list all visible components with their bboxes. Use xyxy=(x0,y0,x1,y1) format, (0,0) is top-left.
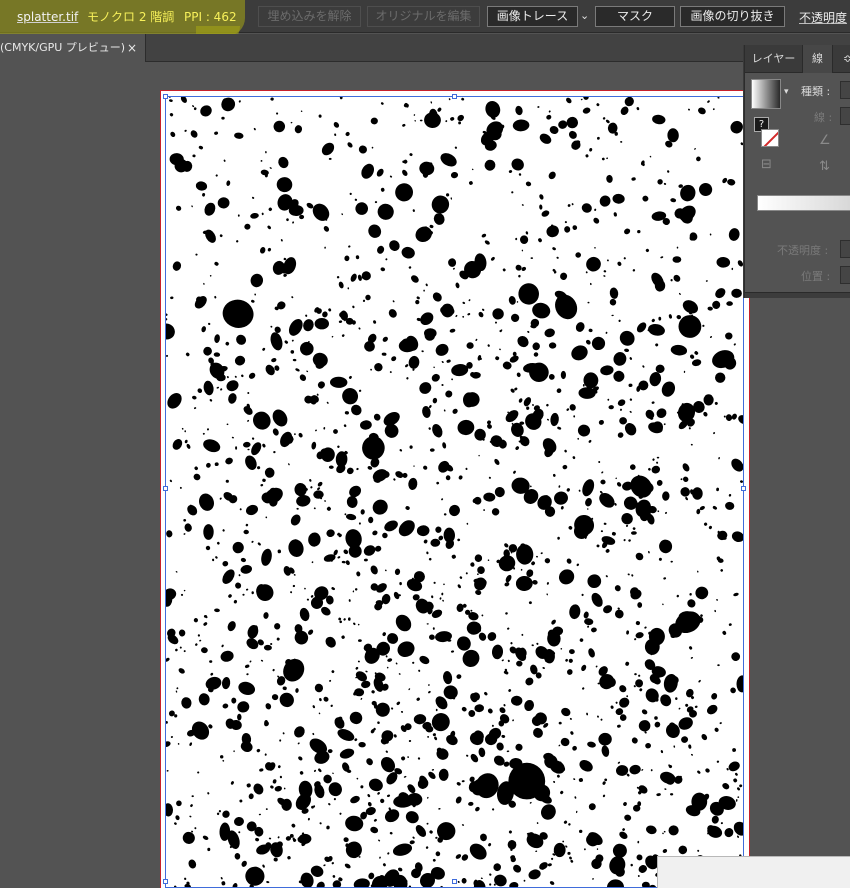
embed-button[interactable]: 埋め込みを解除 xyxy=(258,6,361,27)
control-bar: splatter.tif モノクロ 2 階調 PPI : 462 埋め込みを解除… xyxy=(0,0,850,46)
selection-handle[interactable] xyxy=(163,879,168,884)
splatter-image[interactable] xyxy=(166,96,744,888)
gradient-slider[interactable] xyxy=(757,195,850,211)
type-select[interactable] xyxy=(840,81,850,99)
document-tab[interactable]: (CMYK/GPU プレビュー) × xyxy=(0,34,146,62)
tab-layers[interactable]: レイヤー xyxy=(745,45,803,73)
document-tab-label: (CMYK/GPU プレビュー) xyxy=(0,41,126,54)
edit-original-button[interactable]: オリジナルを編集 xyxy=(367,6,480,27)
document-tab-bar: (CMYK/GPU プレビュー) × xyxy=(0,34,850,62)
aspect-icon: ⇅ xyxy=(819,159,830,174)
panel-menu-icon[interactable]: ≎ xyxy=(843,45,850,73)
illustrator-window: splatter.tif モノクロ 2 階調 PPI : 462 埋め込みを解除… xyxy=(0,0,850,888)
chevron-down-icon[interactable]: ⌄ xyxy=(580,9,589,22)
chevron-down-icon[interactable]: ▾ xyxy=(784,87,789,97)
position-label: 位置 : xyxy=(801,270,831,283)
panel-bottom-bar xyxy=(745,292,850,298)
opacity-field[interactable] xyxy=(840,240,850,258)
stroke-field[interactable] xyxy=(840,107,850,125)
selection-handle[interactable] xyxy=(163,486,168,491)
tab-stroke[interactable]: 線 xyxy=(803,45,833,73)
align-icon: ⊟ xyxy=(761,157,772,172)
opacity-label: 不透明度 : xyxy=(777,244,829,257)
type-label: 種類 : xyxy=(801,85,831,98)
angle-icon: ∠ xyxy=(819,133,831,148)
color-mode-label: モノクロ 2 階調 xyxy=(87,10,175,24)
opacity-label[interactable]: 不透明度 xyxy=(799,9,847,26)
linked-file-name[interactable]: splatter.tif xyxy=(17,9,78,25)
none-swatch-icon[interactable] xyxy=(761,129,779,147)
ppi-label: PPI : 462 xyxy=(184,10,237,24)
floating-panel-edge xyxy=(657,856,850,888)
selection-handle[interactable] xyxy=(452,879,457,884)
selection-handle[interactable] xyxy=(452,94,457,99)
selection-handle[interactable] xyxy=(741,486,746,491)
gradient-panel: レイヤー 線 ≎ ▾ 種類 : 線 : ? ∠ ⊟ ⇅ 不透明度 : 位置 : xyxy=(744,45,850,298)
image-trace-button[interactable]: 画像トレース xyxy=(487,6,578,27)
splatter-graphic xyxy=(166,96,744,888)
close-icon[interactable]: × xyxy=(127,34,137,62)
mask-button[interactable]: マスク xyxy=(595,6,675,27)
stroke-label: 線 : xyxy=(814,111,833,124)
gradient-swatch[interactable] xyxy=(751,79,781,109)
crop-image-button[interactable]: 画像の切り抜き xyxy=(680,6,785,27)
selection-handle[interactable] xyxy=(163,94,168,99)
position-field[interactable] xyxy=(840,266,850,284)
panel-tab-bar: レイヤー 線 ≎ xyxy=(745,45,850,73)
